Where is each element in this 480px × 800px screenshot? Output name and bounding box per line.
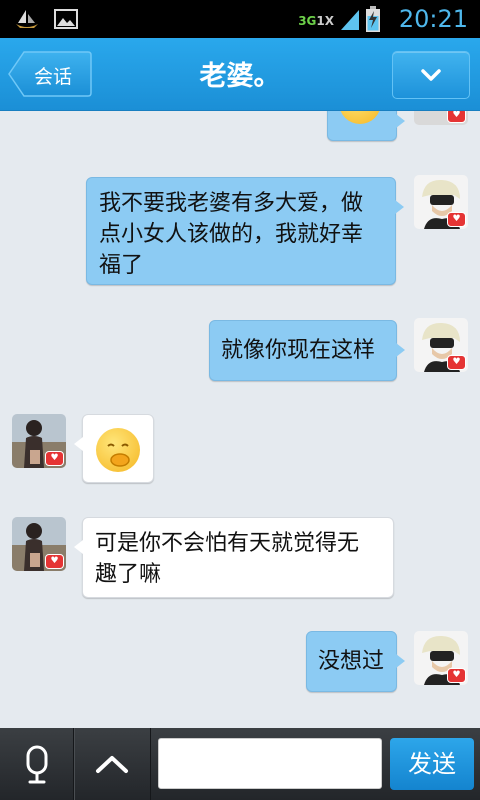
- my-avatar[interactable]: ♥: [414, 175, 468, 229]
- message-line: 趣了嘛: [95, 562, 162, 587]
- message-text: 没想过: [318, 649, 385, 674]
- smile-emoji-icon: [339, 111, 381, 124]
- status-bar: 3G1X 20:21: [0, 0, 480, 38]
- input-bar: 发送: [0, 728, 480, 800]
- message-line: 点小女人该做的，我就好幸: [99, 222, 364, 247]
- message-bubble-mine[interactable]: [327, 111, 405, 141]
- message-line: 福了: [99, 253, 144, 278]
- message-text: 就像你现在这样: [221, 338, 376, 363]
- message-bubble-mine[interactable]: 就像你现在这样: [209, 320, 405, 381]
- voice-input-button[interactable]: [0, 728, 74, 800]
- heart-badge-icon: ♥: [447, 355, 466, 370]
- chevron-down-icon: [421, 69, 441, 81]
- heart-badge-icon: ♥: [447, 111, 466, 123]
- message-bubble-mine[interactable]: 我不要我老婆有多大爱，做 点小女人该做的，我就好幸 福了: [86, 177, 404, 285]
- contact-avatar[interactable]: ♥: [12, 517, 66, 571]
- network-type-label: 3G1X: [298, 15, 334, 27]
- heart-badge-icon: ♥: [447, 668, 466, 683]
- heart-badge-icon: ♥: [45, 554, 64, 569]
- battery-charging-icon: [366, 6, 380, 36]
- signal-icon: [340, 7, 360, 35]
- message-input[interactable]: [158, 738, 382, 789]
- image-notification-icon: [54, 9, 78, 33]
- shy-emoji-icon: [96, 428, 140, 472]
- message-bubble-theirs[interactable]: [74, 414, 154, 483]
- microphone-icon: [26, 745, 48, 784]
- heart-badge-icon: ♥: [45, 451, 64, 466]
- message-line: 可是你不会怕有天就觉得无: [95, 531, 360, 556]
- network-1x-text: 1X: [316, 14, 334, 28]
- menu-dropdown-button[interactable]: [392, 51, 470, 99]
- network-3g-text: 3G: [298, 14, 317, 28]
- my-avatar[interactable]: ♥: [414, 318, 468, 372]
- my-avatar[interactable]: ♥: [414, 631, 468, 685]
- heart-badge-icon: ♥: [447, 212, 466, 227]
- boat-notification-icon: [14, 8, 40, 34]
- send-button[interactable]: 发送: [390, 738, 474, 790]
- chevron-up-icon: [96, 756, 128, 773]
- my-avatar[interactable]: ♥: [414, 111, 468, 125]
- clock: 20:21: [398, 5, 468, 33]
- contact-avatar[interactable]: ♥: [12, 414, 66, 468]
- title-bar: 会话 老婆。: [0, 38, 480, 111]
- message-bubble-mine[interactable]: 没想过: [306, 631, 405, 692]
- message-line: 我不要我老婆有多大爱，做: [99, 191, 364, 216]
- message-bubble-theirs[interactable]: 可是你不会怕有天就觉得无 趣了嘛: [74, 517, 394, 598]
- chat-message-list[interactable]: ♥ 我不要我老婆有多大爱，做 点小女人该做的，我就好幸 福了 ♥ 就像你现在这样…: [0, 111, 480, 728]
- expand-toolbar-button[interactable]: [74, 728, 151, 800]
